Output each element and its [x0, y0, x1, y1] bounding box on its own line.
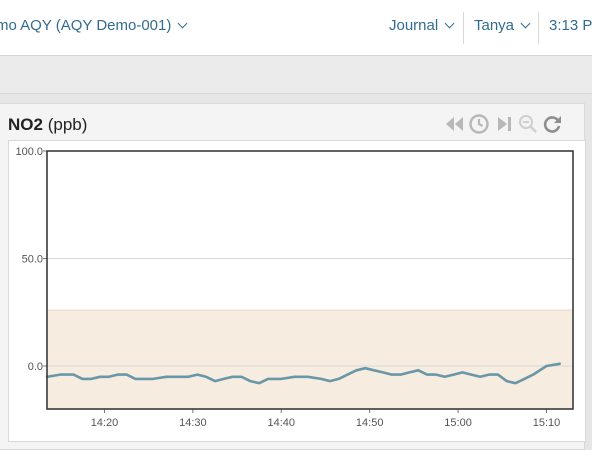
x-tick-label: 14:20 [91, 417, 119, 429]
chevron-down-icon [520, 18, 531, 29]
x-tick-label: 15:10 [533, 417, 561, 429]
y-tick-label: 0.0 [28, 361, 43, 373]
panel-title-pollutant: NO2 [8, 115, 43, 134]
x-tick-label: 14:40 [268, 417, 296, 429]
panel-title-unit: (ppb) [47, 115, 88, 134]
x-tick-label: 14:50 [356, 417, 384, 429]
journal-menu-label: Journal [389, 17, 439, 34]
chart-controls [444, 113, 584, 135]
top-bar: mo AQY (AQY Demo-001) Journal Tanya 3:13… [0, 0, 592, 56]
y-tick-label: 50.0 [22, 254, 43, 266]
device-selector-label: mo AQY (AQY Demo-001) [0, 17, 172, 34]
clock-display: 3:13 PM [549, 17, 592, 34]
chevron-down-icon [177, 18, 188, 29]
chart-container: 100.0 50.0 0.0 14:20 14:30 14:40 14:50 15:00 15:… [8, 140, 586, 442]
zoom-out-icon[interactable] [517, 113, 539, 135]
user-menu[interactable]: Tanya [474, 17, 531, 34]
journal-menu[interactable]: Journal [389, 17, 455, 34]
no2-line-chart[interactable]: 100.0 50.0 0.0 14:20 14:30 14:40 14:50 15:00 15:… [9, 141, 585, 441]
panel-title: NO2 (ppb) [8, 115, 87, 135]
divider [538, 12, 539, 44]
rewind-icon[interactable] [444, 113, 466, 135]
chevron-down-icon [444, 18, 455, 29]
refresh-icon[interactable] [541, 113, 563, 135]
user-menu-label: Tanya [474, 17, 515, 34]
clock-display-label: 3:13 PM [549, 17, 592, 34]
threshold-band [47, 310, 573, 409]
history-clock-icon[interactable] [468, 113, 490, 135]
toolbar-strip [0, 56, 592, 94]
x-tick-label: 15:00 [444, 417, 472, 429]
device-selector[interactable]: mo AQY (AQY Demo-001) [0, 17, 188, 34]
divider [463, 12, 464, 44]
x-tick-label: 14:30 [179, 417, 207, 429]
skip-to-end-icon[interactable] [493, 113, 515, 135]
y-tick-label: 100.0 [15, 146, 43, 158]
